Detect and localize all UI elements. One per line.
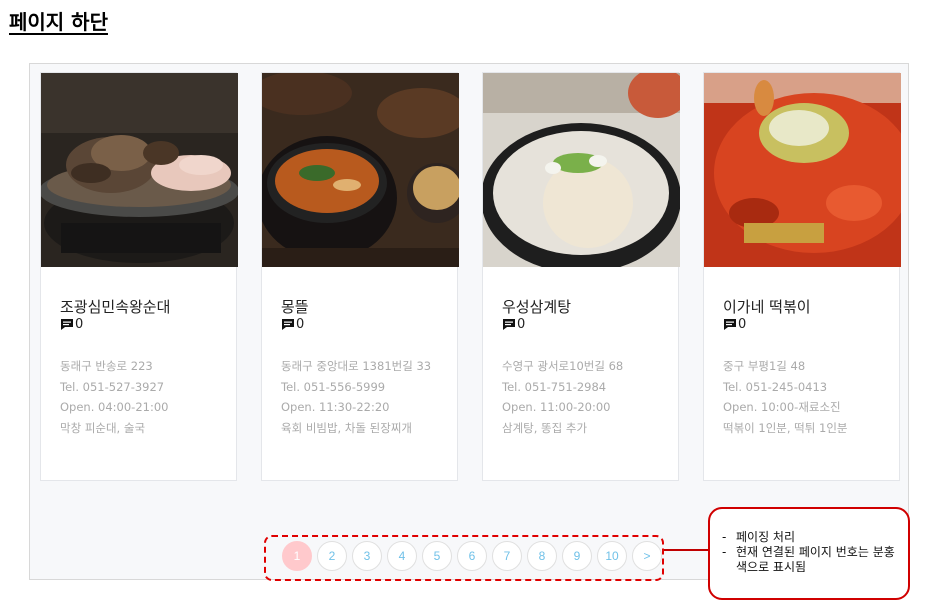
annotation-note: - 페이징 처리: [722, 530, 796, 544]
comment-count: 0: [281, 317, 304, 332]
restaurant-hours: Open. 11:00-20:00: [502, 400, 611, 414]
sundae-plate-photo[interactable]: [41, 73, 238, 267]
restaurant-name[interactable]: 우성삼계탕: [502, 296, 571, 317]
restaurant-tel: Tel. 051-751-2984: [502, 379, 607, 394]
restaurant-name[interactable]: 몽뜰: [281, 296, 309, 317]
restaurant-menu: 삼계탕, 똥집 추가: [502, 420, 588, 435]
restaurant-hours: Open. 10:00-재료소진: [723, 400, 841, 414]
restaurant-card[interactable]: 이가네 떡볶이 0 중구 부평1길 48 Tel. 051-245-0413 O…: [703, 72, 901, 481]
comment-count: 0: [60, 317, 83, 332]
samgyetang-photo[interactable]: [483, 73, 680, 267]
comment-icon: [724, 319, 736, 330]
annotation-note-text: 페이징 처리: [736, 530, 796, 544]
restaurant-hours: Open. 11:30-22:20: [281, 400, 390, 414]
restaurant-name[interactable]: 조광심민속왕순대: [60, 296, 170, 317]
restaurant-menu: 육회 비빔밥, 차돌 된장찌개: [281, 420, 413, 435]
restaurant-address: 동래구 반송로 223: [60, 359, 153, 373]
annotation-note: - 현재 연결된 페이지 번호는 분홍색으로 표시됨: [722, 545, 898, 575]
annotation-connector-line: [664, 549, 709, 551]
restaurant-tel: Tel. 051-556-5999: [281, 379, 386, 394]
comment-count-value: 0: [517, 317, 526, 332]
comment-count-value: 0: [75, 317, 84, 332]
doenjang-stew-photo[interactable]: [262, 73, 459, 267]
comment-count-value: 0: [296, 317, 305, 332]
pagination-highlight-box: [264, 535, 664, 581]
annotation-callout: - 페이징 처리 - 현재 연결된 페이지 번호는 분홍색으로 표시됨: [708, 507, 910, 600]
comment-icon: [61, 319, 73, 330]
comment-count-value: 0: [738, 317, 747, 332]
comment-icon: [503, 319, 515, 330]
restaurant-tel: Tel. 051-527-3927: [60, 379, 165, 394]
tteokbokki-photo[interactable]: [704, 73, 901, 267]
restaurant-hours: Open. 04:00-21:00: [60, 400, 169, 414]
page-title: 페이지 하단: [9, 10, 108, 34]
comment-count: 0: [723, 317, 746, 332]
restaurant-card[interactable]: 우성삼계탕 0 수영구 광서로10번길 68 Tel. 051-751-2984…: [482, 72, 680, 481]
restaurant-address: 중구 부평1길 48: [723, 359, 806, 373]
restaurant-address: 수영구 광서로10번길 68: [502, 359, 624, 373]
comment-count: 0: [502, 317, 525, 332]
restaurant-tel: Tel. 051-245-0413: [723, 379, 828, 394]
annotation-note-text: 현재 연결된 페이지 번호는 분홍색으로 표시됨: [736, 545, 895, 574]
restaurant-card[interactable]: 조광심민속왕순대 0 동래구 반송로 223 Tel. 051-527-3927…: [40, 72, 238, 481]
restaurant-card[interactable]: 몽뜰 0 동래구 중앙대로 1381번길 33 Tel. 051-556-599…: [261, 72, 459, 481]
restaurant-list-panel: 조광심민속왕순대 0 동래구 반송로 223 Tel. 051-527-3927…: [29, 63, 909, 580]
restaurant-menu: 막창 피순대, 술국: [60, 420, 146, 435]
restaurant-address: 동래구 중앙대로 1381번길 33: [281, 359, 432, 373]
restaurant-name[interactable]: 이가네 떡볶이: [723, 296, 811, 317]
comment-icon: [282, 319, 294, 330]
restaurant-menu: 떡볶이 1인분, 떡튀 1인분: [723, 420, 848, 435]
